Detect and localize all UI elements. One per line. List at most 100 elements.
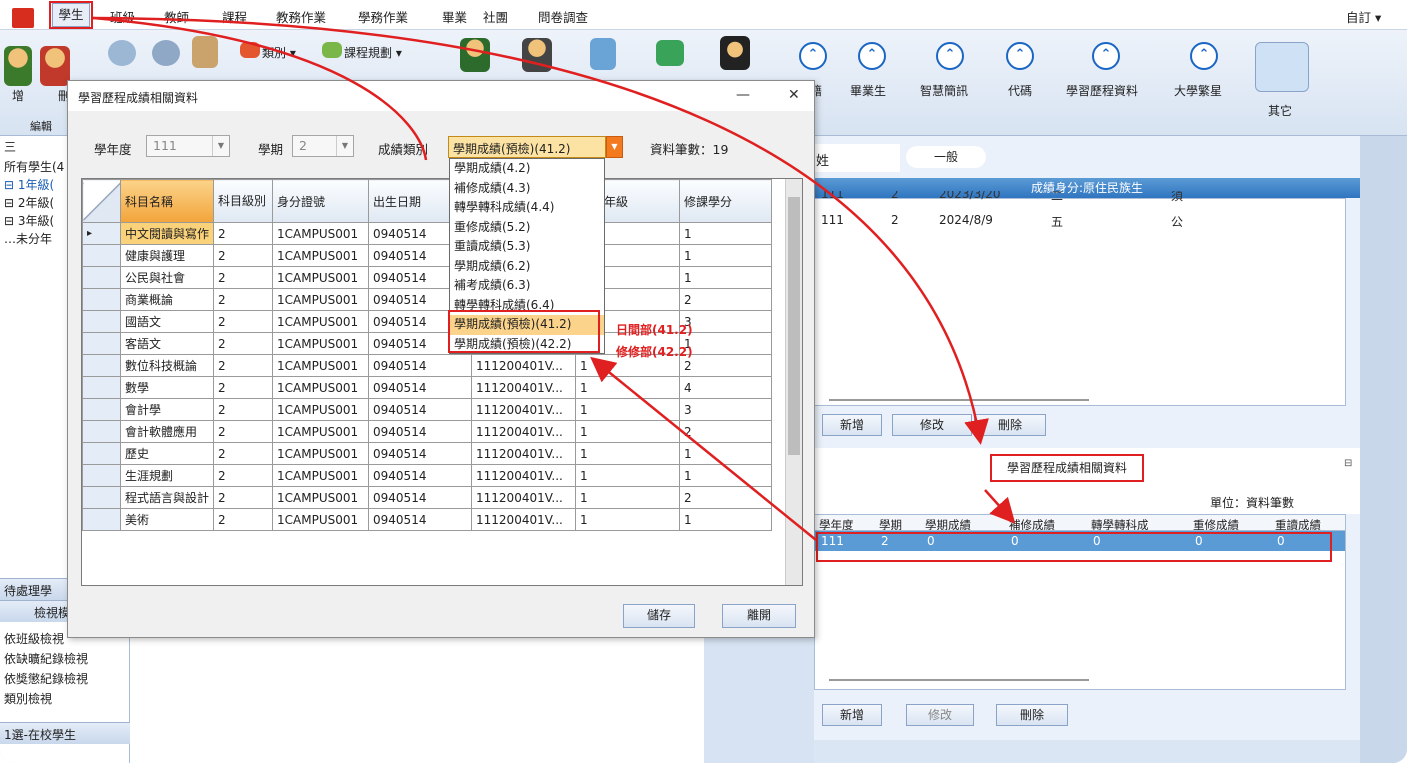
cell-id-number[interactable]: 1CAMPUS001	[272, 420, 370, 443]
cell-credits[interactable]: 4	[679, 376, 773, 399]
category-select[interactable]: 學期成績(預檢)(41.2) ▼	[448, 136, 623, 158]
cell-open-grade[interactable]: 1	[575, 508, 681, 531]
cell-id-number[interactable]: 1CAMPUS001	[272, 376, 370, 399]
cell-id-number[interactable]: 1CAMPUS001	[272, 464, 370, 487]
clipboard-icon[interactable]	[192, 36, 218, 68]
menu-customize[interactable]: 自訂 ▾	[1346, 7, 1381, 26]
cell-subject-name[interactable]: 歷史	[119, 442, 215, 465]
view-by-absence[interactable]: 依缺曠紀錄檢視	[4, 650, 88, 667]
collapse-icon[interactable]: ⊟	[1344, 458, 1352, 469]
summary-delete-button[interactable]: 刪除	[996, 704, 1068, 726]
menu-course[interactable]: 課程	[222, 7, 247, 26]
cell-birth-date[interactable]: 0940514	[368, 354, 473, 377]
cell-open-grade[interactable]: 1	[575, 376, 681, 399]
cell-credits[interactable]: 3	[679, 310, 773, 333]
cell-subject-level[interactable]: 2	[213, 222, 274, 245]
scroll-thumb[interactable]	[788, 197, 800, 455]
cell-course-code[interactable]: 111200401V...	[471, 376, 577, 399]
cell-subject-name[interactable]: 美術	[119, 508, 215, 531]
tree-grade-2[interactable]: ⊟ 2年級(	[4, 194, 54, 211]
minimize-icon[interactable]: —	[736, 87, 750, 103]
ribbon-expand-icon-1[interactable]: ⌃	[799, 42, 827, 70]
grid-row[interactable]: 數學 2 1CAMPUS001 0940514 111200401V... 1 4	[82, 376, 773, 399]
menu-student-affairs[interactable]: 學務作業	[358, 7, 408, 26]
ribbon-expand-icon-5[interactable]: ⌃	[1092, 42, 1120, 70]
grid-corner[interactable]	[82, 179, 121, 223]
cell-credits[interactable]: 3	[679, 398, 773, 421]
cell-id-number[interactable]: 1CAMPUS001	[272, 266, 370, 289]
save-button[interactable]: 儲存	[623, 604, 695, 628]
cell-subject-name[interactable]: 生涯規劃	[119, 464, 215, 487]
term-select[interactable]: 2 ▼	[292, 135, 354, 157]
ribbon-expand-icon-3[interactable]: ⌃	[936, 42, 964, 70]
menu-teacher[interactable]: 教師	[164, 7, 189, 26]
tag-icon[interactable]	[240, 42, 260, 58]
cell-birth-date[interactable]: 0940514	[368, 464, 473, 487]
view-by-category[interactable]: 類別檢視	[4, 690, 52, 707]
close-button[interactable]: 離開	[722, 604, 796, 628]
cell-credits[interactable]: 1	[679, 442, 773, 465]
cell-course-code[interactable]: 111200401V...	[471, 508, 577, 531]
record-delete-button[interactable]: 刪除	[974, 414, 1046, 436]
ribbon-label-other[interactable]: 其它	[1268, 102, 1292, 119]
cell-credits[interactable]: 2	[679, 420, 773, 443]
cell-subject-level[interactable]: 2	[213, 354, 274, 377]
record-list-scrollbar[interactable]	[829, 399, 1089, 401]
cell-course-code[interactable]: 111200401V...	[471, 420, 577, 443]
cell-birth-date[interactable]: 0940514	[368, 508, 473, 531]
grid-row[interactable]: ▸ 中文閱讀與寫作 2 1CAMPUS001 0940514 1	[82, 222, 773, 245]
col-credits[interactable]: 修課學分	[679, 179, 773, 223]
cell-subject-level[interactable]: 2	[213, 288, 274, 311]
summary-scrollbar[interactable]	[829, 679, 1089, 681]
ribbon-label-university[interactable]: 大學繁星	[1174, 82, 1222, 99]
dropdown-option[interactable]: 補修成績(4.3)	[450, 179, 604, 199]
cell-credits[interactable]: 1	[679, 244, 773, 267]
grid-row[interactable]: 美術 2 1CAMPUS001 0940514 111200401V... 1 1	[82, 508, 773, 531]
ribbon-label-code[interactable]: 代碼	[1008, 82, 1032, 99]
summary-add-button[interactable]: 新增	[822, 704, 882, 726]
dropdown-option[interactable]: 補考成績(6.3)	[450, 276, 604, 296]
refresh-icon[interactable]	[108, 40, 136, 66]
database-icon[interactable]	[152, 40, 180, 66]
student-group-icon[interactable]	[522, 38, 552, 72]
cell-subject-name[interactable]: 程式語言與設計	[119, 486, 215, 509]
cell-id-number[interactable]: 1CAMPUS001	[272, 310, 370, 333]
col-id-number[interactable]: 身分證號	[272, 179, 370, 223]
cell-id-number[interactable]: 1CAMPUS001	[272, 354, 370, 377]
cell-credits[interactable]: 1	[679, 266, 773, 289]
cell-course-code[interactable]: 111200401V...	[471, 486, 577, 509]
record-add-button[interactable]: 新增	[822, 414, 882, 436]
right-scrollbar[interactable]	[1360, 136, 1407, 763]
cell-credits[interactable]: 1	[679, 464, 773, 487]
cell-subject-level[interactable]: 2	[213, 442, 274, 465]
cell-course-code[interactable]: 111200401V...	[471, 442, 577, 465]
ribbon-label-graduate[interactable]: 畢業生	[850, 82, 886, 99]
menu-academic-affairs[interactable]: 教務作業	[276, 7, 326, 26]
ribbon-category[interactable]: 類別 ▾	[262, 44, 296, 61]
tree-ungraded[interactable]: …未分年	[4, 230, 52, 247]
other-tools-icon[interactable]	[1255, 42, 1309, 92]
row-header[interactable]	[82, 486, 121, 509]
summary-edit-button[interactable]: 修改	[906, 704, 974, 726]
cell-birth-date[interactable]: 0940514	[368, 442, 473, 465]
ribbon-label-learning-history[interactable]: 學習歷程資料	[1066, 82, 1138, 99]
col-subject-name[interactable]: 科目名稱	[119, 179, 215, 223]
cell-open-grade[interactable]: 1	[575, 398, 681, 421]
chevron-down-icon[interactable]: ▼	[336, 136, 353, 156]
row-header[interactable]	[82, 376, 121, 399]
cell-subject-name[interactable]: 會計學	[119, 398, 215, 421]
view-by-class[interactable]: 依班級檢視	[4, 630, 64, 647]
menu-survey[interactable]: 問卷調查	[538, 7, 588, 26]
general-tab[interactable]: 一般	[906, 146, 986, 168]
dropdown-option[interactable]: 重修成績(5.2)	[450, 218, 604, 238]
year-select[interactable]: 111 ▼	[146, 135, 230, 157]
cell-id-number[interactable]: 1CAMPUS001	[272, 398, 370, 421]
cell-id-number[interactable]: 1CAMPUS001	[272, 244, 370, 267]
ribbon-expand-icon-6[interactable]: ⌃	[1190, 42, 1218, 70]
menu-club[interactable]: 社團	[483, 7, 508, 26]
add-person-icon[interactable]	[4, 46, 32, 86]
grid-row[interactable]: 公民與社會 2 1CAMPUS001 0940514 1	[82, 266, 773, 289]
cell-id-number[interactable]: 1CAMPUS001	[272, 288, 370, 311]
row-header[interactable]	[82, 332, 121, 355]
row-header[interactable]	[82, 420, 121, 443]
